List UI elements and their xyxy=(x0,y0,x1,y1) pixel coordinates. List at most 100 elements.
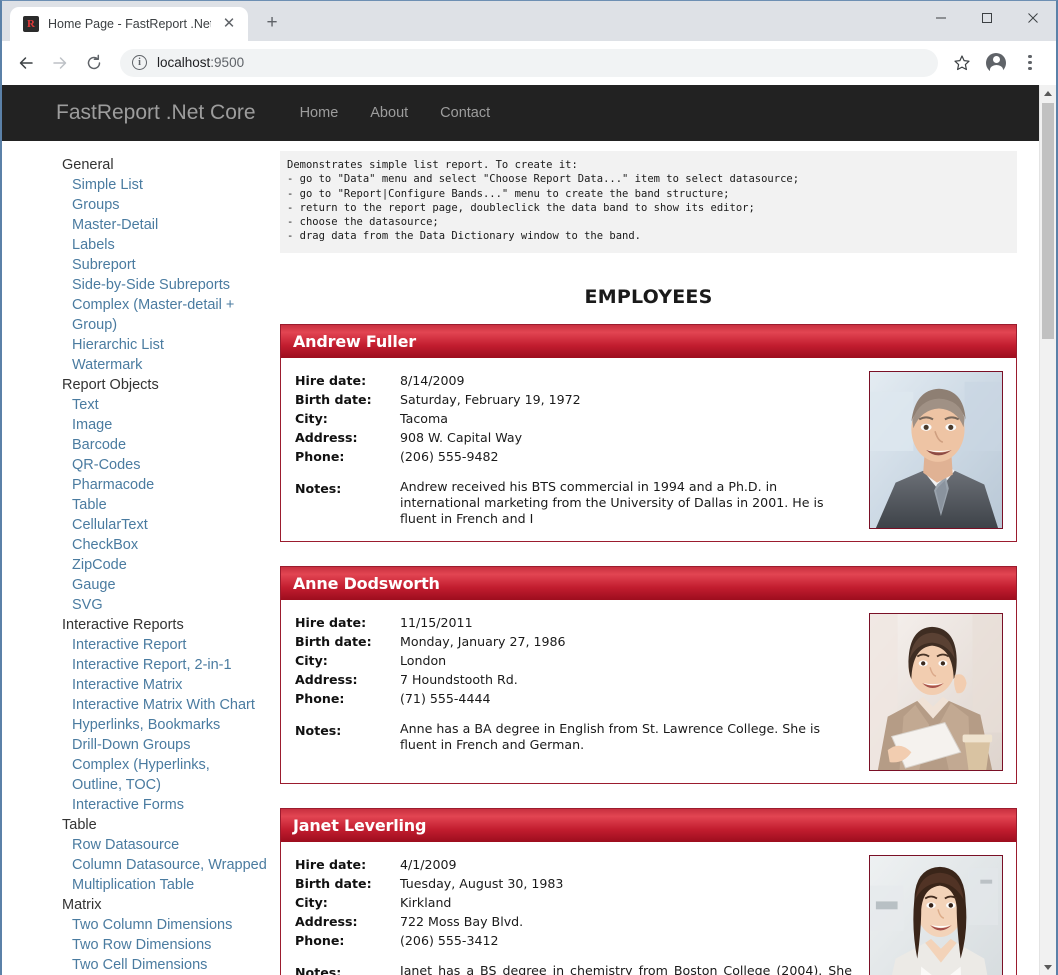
toolbar-right xyxy=(946,47,1048,79)
label-phone: Phone: xyxy=(295,690,345,706)
value-hire-date: 8/14/2009 xyxy=(400,372,465,388)
sidebar-item-image[interactable]: Image xyxy=(62,415,280,435)
sidebar-item-interactive-forms[interactable]: Interactive Forms xyxy=(62,795,280,815)
sidebar-item-drill-down-groups[interactable]: Drill-Down Groups xyxy=(62,735,280,755)
value-phone: (206) 555-3412 xyxy=(400,932,499,948)
sidebar-item-cellulartext[interactable]: CellularText xyxy=(62,515,280,535)
sidebar-item-complex-master-detail-group[interactable]: Complex (Master-detail + Group) xyxy=(62,295,280,335)
employee-fields: Hire date: 11/15/2011 Birth date: Monday… xyxy=(294,613,859,771)
nav-link-home[interactable]: Home xyxy=(284,105,355,121)
field-row-hire-date: Hire date: 4/1/2009 xyxy=(295,855,859,874)
sidebar-item-gauge[interactable]: Gauge xyxy=(62,575,280,595)
field-row-address: Address: 908 W. Capital Way xyxy=(295,428,859,447)
sidebar-item-text[interactable]: Text xyxy=(62,395,280,415)
label-notes: Notes: xyxy=(295,722,342,738)
label-city: City: xyxy=(295,410,328,426)
minimize-button[interactable] xyxy=(918,1,964,34)
sidebar-item-svg[interactable]: SVG xyxy=(62,595,280,615)
sidebar-item-pharmacode[interactable]: Pharmacode xyxy=(62,475,280,495)
scroll-down-arrow-icon[interactable] xyxy=(1040,959,1056,975)
sidebar-item-side-by-side-subreports[interactable]: Side-by-Side Subreports xyxy=(62,275,280,295)
field-row-hire-date: Hire date: 11/15/2011 xyxy=(295,613,859,632)
sidebar-item-column-datasource-wrapped[interactable]: Column Datasource, Wrapped xyxy=(62,855,280,875)
sidebar-item-checkbox[interactable]: CheckBox xyxy=(62,535,280,555)
site-info-icon[interactable]: i xyxy=(132,55,147,70)
sidebar-item-groups[interactable]: Groups xyxy=(62,195,280,215)
employee-fields: Hire date: 8/14/2009 Birth date: Saturda… xyxy=(294,371,859,529)
label-city: City: xyxy=(295,894,328,910)
employee-name: Janet Leverling xyxy=(293,815,427,835)
site-brand[interactable]: FastReport .Net Core xyxy=(56,101,256,125)
value-address: 7 Houndstooth Rd. xyxy=(400,671,518,687)
sidebar-item-master-detail[interactable]: Master-Detail xyxy=(62,215,280,235)
sidebar-item-interactive-matrix[interactable]: Interactive Matrix xyxy=(62,675,280,695)
sidebar-item-barcode[interactable]: Barcode xyxy=(62,435,280,455)
bookmark-star-icon[interactable] xyxy=(946,47,978,79)
page-scrollbar-vertical[interactable] xyxy=(1039,85,1056,975)
label-birth-date: Birth date: xyxy=(295,875,372,891)
sidebar-item-watermark[interactable]: Watermark xyxy=(62,355,280,375)
back-icon[interactable] xyxy=(10,47,42,79)
label-city: City: xyxy=(295,652,328,668)
value-notes: Anne has a BA degree in English from St.… xyxy=(400,720,821,752)
field-row-notes: Notes: Andrew received his BTS commercia… xyxy=(295,479,859,527)
employee-card-header: Janet Leverling xyxy=(281,808,1016,842)
address-bar[interactable]: i localhost:9500 xyxy=(120,48,938,77)
label-hire-date: Hire date: xyxy=(295,614,367,630)
sidebar-item-table[interactable]: Table xyxy=(62,495,280,515)
sidebar-category-matrix: Matrix xyxy=(62,897,102,913)
maximize-button[interactable] xyxy=(964,1,1010,34)
close-button[interactable] xyxy=(1010,1,1056,34)
close-tab-icon[interactable]: ✕ xyxy=(220,15,238,33)
sidebar-category-interactive-reports: Interactive Reports xyxy=(62,617,184,633)
value-notes: Andrew received his BTS commercial in 19… xyxy=(400,478,824,526)
browser-menu-icon[interactable] xyxy=(1014,47,1046,79)
sidebar-item-subreport[interactable]: Subreport xyxy=(62,255,280,275)
employee-fields: Hire date: 4/1/2009 Birth date: Tuesday,… xyxy=(294,855,859,975)
forward-icon[interactable] xyxy=(44,47,76,79)
profile-avatar-icon[interactable] xyxy=(980,47,1012,79)
field-row-notes: Notes: Anne has a BA degree in English f… xyxy=(295,721,859,753)
field-row-city: City: Kirkland xyxy=(295,893,859,912)
label-birth-date: Birth date: xyxy=(295,391,372,407)
reload-icon[interactable] xyxy=(78,47,110,79)
label-notes: Notes: xyxy=(295,964,342,975)
sidebar-item-interactive-report-2-in-1[interactable]: Interactive Report, 2-in-1 xyxy=(62,655,280,675)
sidebar-item-interactive-matrix-with-chart[interactable]: Interactive Matrix With Chart xyxy=(62,695,280,715)
employee-card-body: Hire date: 4/1/2009 Birth date: Tuesday,… xyxy=(281,842,1016,975)
sidebar-item-hyperlinks-bookmarks[interactable]: Hyperlinks, Bookmarks xyxy=(62,715,280,735)
field-row-notes: Notes: Janet has a BS degree in chemistr… xyxy=(295,963,859,975)
sidebar-item-simple-list[interactable]: Simple List xyxy=(62,175,280,195)
report-panel: Demonstrates simple list report. To crea… xyxy=(280,151,1039,975)
employee-name: Anne Dodsworth xyxy=(293,573,440,593)
field-row-phone: Phone: (71) 555-4444 xyxy=(295,689,859,708)
field-row-city: City: London xyxy=(295,651,859,670)
web-page: FastReport .Net Core Home About Contact … xyxy=(2,85,1039,975)
report-title: EMPLOYEES xyxy=(584,285,713,308)
sidebar-item-zipcode[interactable]: ZipCode xyxy=(62,555,280,575)
sidebar-category-table: Table xyxy=(62,817,97,833)
scrollbar-thumb[interactable] xyxy=(1042,103,1054,339)
employee-name: Andrew Fuller xyxy=(293,331,416,351)
sidebar-item-interactive-report[interactable]: Interactive Report xyxy=(62,635,280,655)
sidebar-item-two-cell-dimensions[interactable]: Two Cell Dimensions xyxy=(62,955,280,975)
sidebar-item-row-datasource[interactable]: Row Datasource xyxy=(62,835,280,855)
sidebar-item-complex-hyperlinks-outline-toc[interactable]: Complex (Hyperlinks, Outline, TOC) xyxy=(62,755,280,795)
portrait-woman-white-top-icon xyxy=(870,855,1002,975)
url-text: localhost:9500 xyxy=(157,55,244,70)
sidebar-item-labels[interactable]: Labels xyxy=(62,235,280,255)
scroll-up-arrow-icon[interactable] xyxy=(1040,85,1056,102)
sidebar-item-two-column-dimensions[interactable]: Two Column Dimensions xyxy=(62,915,280,935)
sidebar-item-multiplication-table[interactable]: Multiplication Table xyxy=(62,875,280,895)
browser-toolbar: i localhost:9500 xyxy=(2,41,1056,85)
sidebar-item-two-row-dimensions[interactable]: Two Row Dimensions xyxy=(62,935,280,955)
browser-tab[interactable]: R Home Page - FastReport .Net Co ✕ xyxy=(10,7,248,41)
nav-link-contact[interactable]: Contact xyxy=(424,105,506,121)
nav-link-about[interactable]: About xyxy=(354,105,424,121)
sidebar-item-qr-codes[interactable]: QR-Codes xyxy=(62,455,280,475)
tab-title: Home Page - FastReport .Net Co xyxy=(48,17,211,31)
sidebar-category-general: General xyxy=(62,157,114,173)
value-hire-date: 11/15/2011 xyxy=(400,614,473,630)
new-tab-button[interactable]: + xyxy=(258,10,286,38)
sidebar-item-hierarchic-list[interactable]: Hierarchic List xyxy=(62,335,280,355)
